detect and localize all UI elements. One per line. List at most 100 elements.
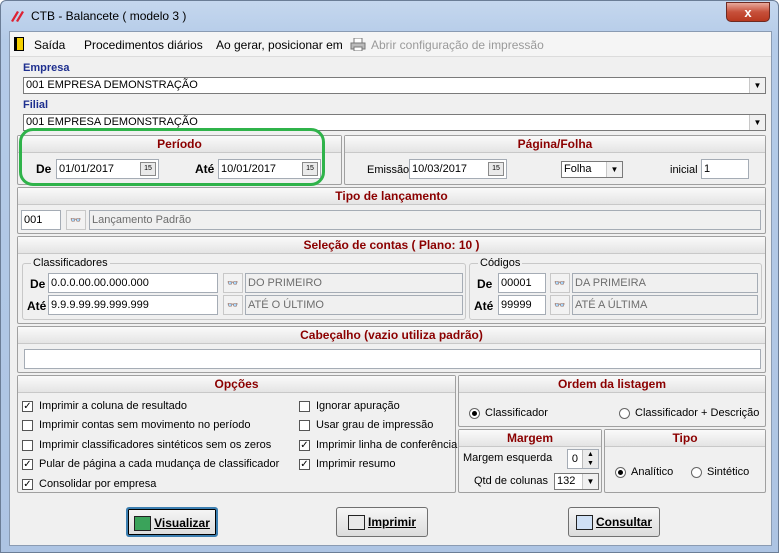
opcao-checkbox-4[interactable]: ✓ <box>22 479 33 490</box>
opcao-label-0[interactable]: Imprimir a coluna de resultado <box>39 400 187 412</box>
tipo-radio-sintetico[interactable] <box>691 467 702 478</box>
close-icon: x <box>744 5 752 20</box>
cod-ate-input[interactable]: 99999 <box>498 295 546 315</box>
calendar-icon[interactable]: 15 <box>302 162 318 176</box>
opcao-checkbox-0[interactable]: ✓ <box>22 401 33 412</box>
chevron-down-icon[interactable]: ▼ <box>749 78 765 93</box>
opcao-label-7[interactable]: Imprimir linha de conferência <box>316 439 457 451</box>
margem-title: Margem <box>459 430 601 447</box>
menu-daily-procedures[interactable]: Procedimentos diários <box>84 38 203 52</box>
cod-ate-desc-value: ATÉ A ÚLTIMA <box>575 299 648 311</box>
qtd-colunas-select[interactable]: 132 ▼ <box>554 473 599 490</box>
title-bar[interactable]: CTB - Balancete ( modelo 3 ) x <box>1 1 778 31</box>
ordem-radio-classificador[interactable] <box>469 408 480 419</box>
chevron-down-icon[interactable]: ▼ <box>749 115 765 130</box>
empresa-select[interactable]: 001 EMPRESA DEMONSTRAÇÃO ▼ <box>23 77 766 94</box>
visualizar-button[interactable]: Visualizar <box>126 507 218 537</box>
chevron-down-icon[interactable]: ▼ <box>582 474 598 489</box>
cabecalho-input[interactable] <box>24 349 761 369</box>
contas-title: Seleção de contas ( Plano: 10 ) <box>18 237 765 254</box>
opcao-checkbox-3[interactable]: ✓ <box>22 459 33 470</box>
qtd-colunas-label: Qtd de colunas <box>474 475 548 487</box>
opcao-checkbox-7[interactable]: ✓ <box>299 440 310 451</box>
periodo-ate-label: Até <box>195 162 215 176</box>
calendar-icon[interactable]: 15 <box>488 162 504 176</box>
binoculars-icon[interactable]: 👓 <box>66 210 86 230</box>
consultar-label: Consultar <box>595 515 652 529</box>
ordem-label-classificador[interactable]: Classificador <box>485 407 548 419</box>
window-title: CTB - Balancete ( modelo 3 ) <box>31 9 187 23</box>
close-button[interactable]: x <box>726 2 770 22</box>
menu-on-generate[interactable]: Ao gerar, posicionar em <box>216 38 343 52</box>
emissao-value: 10/03/2017 <box>412 163 468 175</box>
menu-exit[interactable]: Saída <box>34 38 65 52</box>
binoculars-icon[interactable]: 👓 <box>223 295 243 315</box>
tipo-radio-analitico[interactable] <box>615 467 626 478</box>
emissao-input[interactable]: 10/03/2017 15 <box>409 159 507 179</box>
opcao-checkbox-2[interactable] <box>22 440 33 451</box>
opcao-checkbox-5[interactable] <box>299 401 310 412</box>
opcao-label-3[interactable]: Pular de página a cada mudança de classi… <box>39 458 279 470</box>
classificadores-fieldset: Classificadores De 0.0.0.00.00.000.000 👓… <box>22 257 466 320</box>
ordem-label-classificador-descricao[interactable]: Classificador + Descrição <box>635 407 759 419</box>
periodo-de-input[interactable]: 01/01/2017 15 <box>56 159 159 179</box>
exit-door-icon <box>14 37 24 51</box>
tipo-label-sintetico[interactable]: Sintético <box>707 466 749 478</box>
opcao-label-5[interactable]: Ignorar apuração <box>316 400 400 412</box>
menu-print-config[interactable]: Abrir configuração de impressão <box>371 38 544 52</box>
class-de-input[interactable]: 0.0.0.00.00.000.000 <box>48 273 218 293</box>
tipo-lancamento-group: Tipo de lançamento 001 👓 Lançamento Padr… <box>17 187 766 234</box>
opcao-label-4[interactable]: Consolidar por empresa <box>39 478 156 490</box>
monitor-icon <box>134 516 152 532</box>
ordem-radio-classificador-descricao[interactable] <box>619 408 630 419</box>
folha-select[interactable]: Folha ▼ <box>561 161 623 178</box>
tipo-group: Tipo Analítico Sintético <box>604 429 766 493</box>
ordem-group: Ordem da listagem Classificador Classifi… <box>458 375 766 427</box>
opcoes-title: Opções <box>18 376 455 393</box>
opcao-checkbox-6[interactable] <box>299 420 310 431</box>
opcao-label-1[interactable]: Imprimir contas sem movimento no período <box>39 419 251 431</box>
tipo-label-analitico[interactable]: Analítico <box>631 466 673 478</box>
class-ate-input[interactable]: 9.9.9.99.99.999.999 <box>48 295 218 315</box>
imprimir-button[interactable]: Imprimir <box>336 507 428 537</box>
binoculars-icon[interactable]: 👓 <box>550 273 570 293</box>
opcoes-group: Opções ✓ Imprimir a coluna de resultado … <box>17 375 457 493</box>
cod-de-label: De <box>477 277 493 291</box>
binoculars-icon[interactable]: 👓 <box>550 295 570 315</box>
opcao-label-6[interactable]: Usar grau de impressão <box>316 419 433 431</box>
empresa-value: 001 EMPRESA DEMONSTRAÇÃO <box>26 79 198 91</box>
cod-de-desc-value: DA PRIMEIRA <box>575 277 646 289</box>
periodo-group: Período De 01/01/2017 15 Até 10/01/2017 15 <box>17 135 342 185</box>
consultar-button[interactable]: Consultar <box>568 507 660 537</box>
opcao-label-8[interactable]: Imprimir resumo <box>316 458 395 470</box>
periodo-ate-value: 10/01/2017 <box>221 163 277 175</box>
periodo-de-label: De <box>36 162 52 176</box>
filial-value: 001 EMPRESA DEMONSTRAÇÃO <box>26 116 198 128</box>
class-ate-value: 9.9.9.99.99.999.999 <box>51 299 149 311</box>
binoculars-icon[interactable]: 👓 <box>223 273 243 293</box>
window: CTB - Balancete ( modelo 3 ) x Saída Pro… <box>0 0 779 553</box>
opcao-checkbox-8[interactable]: ✓ <box>299 459 310 470</box>
opcao-label-2[interactable]: Imprimir classificadores sintéticos sem … <box>39 439 271 451</box>
emissao-label: Emissão <box>367 164 410 176</box>
tipo-lancamento-desc-value: Lançamento Padrão <box>92 214 192 226</box>
opcao-checkbox-1[interactable] <box>22 420 33 431</box>
tipo-title: Tipo <box>605 430 765 447</box>
client-area: Saída Procedimentos diários Ao gerar, po… <box>9 31 772 546</box>
app-logo-icon <box>11 11 24 22</box>
codigos-fieldset: Códigos De 00001 👓 DA PRIMEIRA Até 99999… <box>469 257 762 320</box>
calendar-icon[interactable]: 15 <box>140 162 156 176</box>
chevron-down-icon[interactable]: ▼ <box>606 162 622 177</box>
periodo-de-value: 01/01/2017 <box>59 163 115 175</box>
margem-esquerda-stepper[interactable]: 0 ▲ ▼ <box>567 449 599 469</box>
tipo-lancamento-code-input[interactable]: 001 <box>21 210 61 230</box>
printer-icon <box>350 38 366 51</box>
inicial-input[interactable]: 1 <box>701 159 749 179</box>
printer-icon <box>347 515 365 531</box>
cod-ate-value: 99999 <box>501 299 532 311</box>
spin-arrows-icon[interactable]: ▲ ▼ <box>582 450 598 468</box>
filial-select[interactable]: 001 EMPRESA DEMONSTRAÇÃO ▼ <box>23 114 766 131</box>
periodo-ate-input[interactable]: 10/01/2017 15 <box>218 159 321 179</box>
folha-value: Folha <box>564 163 592 175</box>
cod-de-input[interactable]: 00001 <box>498 273 546 293</box>
